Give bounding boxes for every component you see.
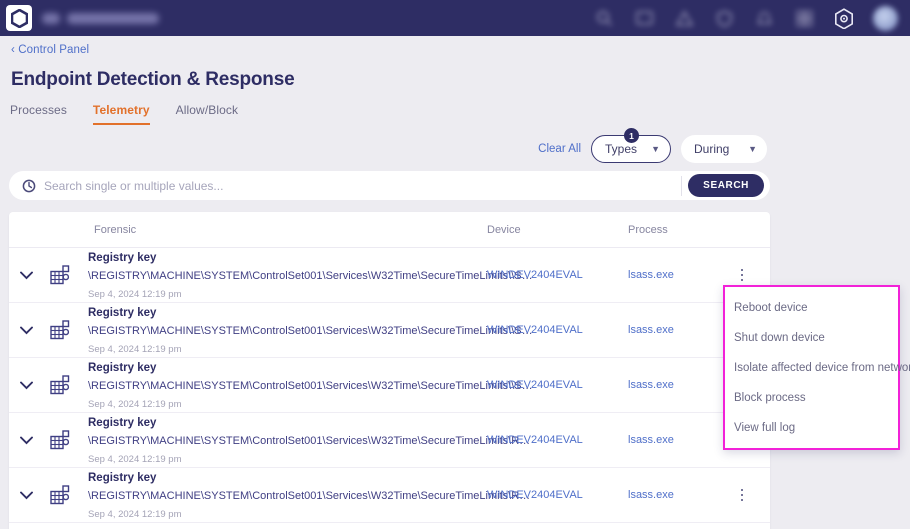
expand-chevron-down-icon[interactable]	[9, 271, 43, 280]
search-divider	[681, 175, 683, 196]
hexagon-logo[interactable]	[6, 5, 32, 31]
types-filter-badge: 1	[624, 128, 639, 143]
column-header-forensic: Forensic	[94, 223, 137, 236]
forensic-cell: Registry key \REGISTRY\MACHINE\SYSTEM\Co…	[88, 358, 533, 412]
dashboard-icon[interactable]	[633, 7, 655, 29]
top-navigation-bar	[0, 0, 910, 36]
device-link[interactable]: WINDEV2404EVAL	[487, 269, 583, 281]
menu-item-reboot-device[interactable]: Reboot device	[725, 293, 898, 323]
during-filter-label: During	[694, 142, 730, 156]
history-clock-icon	[22, 179, 36, 193]
device-link[interactable]: WINDEV2404EVAL	[487, 379, 583, 391]
device-link[interactable]: WINDEV2404EVAL	[487, 434, 583, 446]
avatar[interactable]	[873, 5, 898, 31]
brand-name-blurred	[42, 12, 159, 24]
chevron-down-icon: ▼	[651, 144, 660, 154]
registry-key-icon	[43, 319, 77, 341]
forensic-path: \REGISTRY\MACHINE\SYSTEM\ControlSet001\S…	[88, 380, 533, 392]
breadcrumb[interactable]: ‹ Control Panel	[11, 44, 89, 56]
table-row[interactable]: Registry key \REGISTRY\MACHINE\SYSTEM\Co…	[9, 468, 770, 523]
forensic-timestamp: Sep 4, 2024 12:19 pm	[88, 289, 182, 300]
row-actions-kebab-icon[interactable]	[731, 484, 753, 506]
filter-bar: Clear All 1 Types ▼ During ▼	[538, 128, 767, 163]
types-filter-dropdown[interactable]: 1 Types ▼	[591, 128, 671, 163]
shield-icon[interactable]	[713, 7, 735, 29]
expand-chevron-down-icon[interactable]	[9, 326, 43, 335]
process-link[interactable]: lsass.exe	[628, 489, 674, 501]
forensic-path: \REGISTRY\MACHINE\SYSTEM\ControlSet001\S…	[88, 490, 531, 502]
forensic-path: \REGISTRY\MACHINE\SYSTEM\ControlSet001\S…	[88, 270, 533, 282]
settings-gear-icon[interactable]	[833, 7, 855, 29]
registry-key-icon	[43, 429, 77, 451]
process-link[interactable]: lsass.exe	[628, 434, 674, 446]
chevron-down-icon: ▼	[748, 144, 757, 154]
registry-key-icon	[43, 374, 77, 396]
during-filter-dropdown[interactable]: During ▼	[681, 135, 767, 163]
types-filter-label: Types	[605, 142, 638, 156]
table-row[interactable]: Registry key \REGISTRY\MACHINE\SYSTEM\Co…	[9, 413, 770, 468]
forensic-type: Registry key	[88, 252, 157, 264]
search-button[interactable]: SEARCH	[688, 174, 764, 197]
hexagon-logo-icon	[10, 8, 28, 28]
expand-chevron-down-icon[interactable]	[9, 381, 43, 390]
tab-processes[interactable]: Processes	[10, 103, 67, 125]
column-header-process: Process	[628, 223, 668, 236]
forensic-type: Registry key	[88, 417, 157, 429]
registry-key-icon	[43, 264, 77, 286]
menu-item-block-process[interactable]: Block process	[725, 383, 898, 413]
table-header-row: Forensic Device Process	[9, 212, 770, 248]
search-input[interactable]	[44, 178, 680, 193]
search-icon[interactable]	[593, 7, 615, 29]
forensic-timestamp: Sep 4, 2024 12:19 pm	[88, 454, 182, 465]
expand-chevron-down-icon[interactable]	[9, 491, 43, 500]
expand-chevron-down-icon[interactable]	[9, 436, 43, 445]
telemetry-table-card: Forensic Device Process Registry key \RE…	[9, 212, 770, 529]
page-title: Endpoint Detection & Response	[11, 69, 295, 90]
search-bar: SEARCH	[9, 171, 770, 200]
forensic-path: \REGISTRY\MACHINE\SYSTEM\ControlSet001\S…	[88, 325, 533, 337]
forensic-type: Registry key	[88, 362, 157, 374]
menu-item-isolate-device[interactable]: Isolate affected device from network	[725, 353, 910, 383]
row-actions-context-menu: Reboot device Shut down device Isolate a…	[723, 285, 910, 450]
grid-icon[interactable]	[793, 7, 815, 29]
process-link[interactable]: lsass.exe	[628, 324, 674, 336]
app-page: ‹ Control Panel Endpoint Detection & Res…	[0, 0, 910, 529]
process-link[interactable]: lsass.exe	[628, 269, 674, 281]
process-link[interactable]: lsass.exe	[628, 379, 674, 391]
menu-item-shut-down-device[interactable]: Shut down device	[725, 323, 898, 353]
table-row[interactable]: Registry key \REGISTRY\MACHINE\SYSTEM\Co…	[9, 248, 770, 303]
clear-all-link[interactable]: Clear All	[538, 143, 581, 155]
row-actions-kebab-icon[interactable]	[731, 264, 753, 286]
forensic-cell: Registry key \REGISTRY\MACHINE\SYSTEM\Co…	[88, 303, 533, 357]
forensic-cell: Registry key \REGISTRY\MACHINE\SYSTEM\Co…	[88, 468, 530, 522]
tab-bar: Processes Telemetry Allow/Block	[10, 103, 238, 125]
menu-item-view-full-log[interactable]: View full log	[725, 413, 898, 443]
table-row[interactable]: Registry key \REGISTRY\MACHINE\SYSTEM\Co…	[9, 358, 770, 413]
alert-triangle-icon[interactable]	[673, 7, 695, 29]
forensic-timestamp: Sep 4, 2024 12:19 pm	[88, 344, 182, 355]
tab-allow-block[interactable]: Allow/Block	[176, 103, 238, 125]
top-nav-icon-group	[593, 5, 910, 31]
forensic-cell: Registry key \REGISTRY\MACHINE\SYSTEM\Co…	[88, 248, 533, 302]
forensic-cell: Registry key \REGISTRY\MACHINE\SYSTEM\Co…	[88, 413, 530, 467]
table-row[interactable]: Registry key \REGISTRY\MACHINE\SYSTEM\Co…	[9, 303, 770, 358]
bell-icon[interactable]	[753, 7, 775, 29]
registry-key-icon	[43, 484, 77, 506]
forensic-timestamp: Sep 4, 2024 12:19 pm	[88, 509, 182, 520]
forensic-type: Registry key	[88, 472, 157, 484]
forensic-path: \REGISTRY\MACHINE\SYSTEM\ControlSet001\S…	[88, 435, 531, 447]
column-header-device: Device	[487, 223, 521, 236]
forensic-timestamp: Sep 4, 2024 12:19 pm	[88, 399, 182, 410]
forensic-type: Registry key	[88, 307, 157, 319]
tab-telemetry[interactable]: Telemetry	[92, 103, 150, 125]
device-link[interactable]: WINDEV2404EVAL	[487, 324, 583, 336]
device-link[interactable]: WINDEV2404EVAL	[487, 489, 583, 501]
